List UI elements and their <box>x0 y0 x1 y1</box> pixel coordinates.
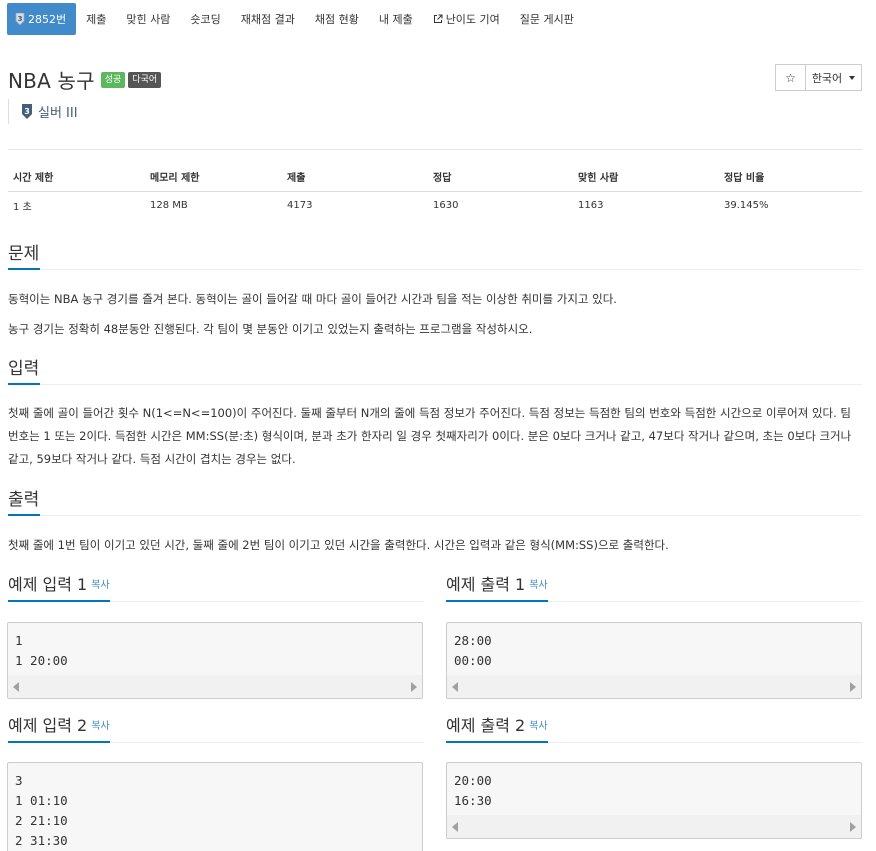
silver-tier-icon: 3 <box>15 13 25 25</box>
sample-line: 2 21:10 <box>15 813 68 828</box>
memory-limit: 128 MB <box>150 199 188 211</box>
sample-output-2[interactable]: 20:00 16:30 <box>446 762 862 839</box>
sample-output-2-heading: 예제 출력 2 복사 <box>446 715 862 743</box>
tab-short-coding[interactable]: 숏코딩 <box>180 3 230 35</box>
table-header: 정답 비율 <box>719 163 862 192</box>
language-select[interactable]: 한국어 <box>806 64 862 91</box>
input-description: 첫째 줄에 골이 들어간 횟수 N(1<=N<=100)이 주어진다. 둘째 줄… <box>8 406 852 466</box>
horizontal-scrollbar[interactable] <box>447 815 861 838</box>
solved-user-count: 1163 <box>578 199 604 211</box>
sample-title: 예제 출력 1 <box>446 575 526 594</box>
sample-title-wrap: 예제 입력 2 복사 <box>8 715 110 743</box>
horizontal-scrollbar[interactable] <box>8 675 422 698</box>
sample-input-2-heading: 예제 입력 2 복사 <box>8 715 424 743</box>
sample-line: 1 <box>15 633 23 648</box>
table-header: 제출 <box>282 163 428 192</box>
tab-rejudge-results[interactable]: 재채점 결과 <box>231 3 305 35</box>
tab-label: 난이도 기여 <box>445 13 500 26</box>
tab-difficulty-contribution[interactable]: 난이도 기여 <box>423 3 510 35</box>
star-icon: ☆ <box>785 70 796 85</box>
problem-actions: ☆ 한국어 <box>775 64 862 91</box>
section-title: 입력 <box>8 358 41 385</box>
sample-title-wrap: 예제 출력 1 복사 <box>446 574 548 602</box>
sample-line: 1 20:00 <box>15 653 68 668</box>
horizontal-scrollbar[interactable] <box>447 675 861 698</box>
external-link-icon <box>433 14 443 23</box>
output-heading: 출력 <box>8 489 862 516</box>
table-header-row: 시간 제한 메모리 제한 제출 정답 맞힌 사람 정답 비율 <box>8 163 862 192</box>
svg-text:3: 3 <box>18 15 23 23</box>
problem-nav: 3 2852번 제출 맞힌 사람 숏코딩 재채점 결과 채점 현황 내 제출 난… <box>7 3 584 35</box>
tab-my-submissions[interactable]: 내 제출 <box>369 3 423 35</box>
multilang-badge: 다국어 <box>128 71 162 88</box>
caret-down-icon <box>849 75 856 80</box>
output-description: 첫째 줄에 1번 팀이 이기고 있던 시간, 둘째 줄에 2번 팀이 이기고 있… <box>8 538 669 552</box>
sample-title: 예제 입력 2 <box>8 716 88 735</box>
scroll-left-icon[interactable] <box>452 681 458 692</box>
description-heading: 문제 <box>8 243 862 270</box>
sample-title-wrap: 예제 출력 2 복사 <box>446 715 548 743</box>
description-paragraph: 농구 경기는 정확히 48분동안 진행된다. 각 팀이 몇 분동안 이기고 있었… <box>8 322 533 336</box>
sample-line: 28:00 <box>454 633 492 648</box>
sample-line: 1 01:10 <box>15 793 68 808</box>
scroll-right-icon[interactable] <box>850 821 856 832</box>
table-header: 시간 제한 <box>8 163 145 192</box>
sample-line: 00:00 <box>454 653 492 668</box>
sample-output-1-heading: 예제 출력 1 복사 <box>446 574 862 602</box>
scroll-left-icon[interactable] <box>452 821 458 832</box>
sample-title: 예제 출력 2 <box>446 716 526 735</box>
sample-line: 20:00 <box>454 773 492 788</box>
sample-title: 예제 입력 1 <box>8 575 88 594</box>
section-title: 출력 <box>8 489 41 516</box>
scroll-right-icon[interactable] <box>411 681 417 692</box>
sample-line: 16:30 <box>454 793 492 808</box>
time-limit: 1 초 <box>13 201 32 213</box>
sample-input-1-heading: 예제 입력 1 복사 <box>8 574 424 602</box>
table-header: 맞힌 사람 <box>573 163 719 192</box>
copy-button[interactable]: 복사 <box>91 580 109 591</box>
tab-question-board[interactable]: 질문 게시판 <box>510 3 584 35</box>
tab-label: 2852번 <box>28 13 67 26</box>
description-paragraph: 동혁이는 NBA 농구 경기를 즐겨 본다. 동혁이는 골이 들어갈 때 마다 … <box>8 292 617 306</box>
table-header: 정답 <box>428 163 573 192</box>
sample-line: 3 <box>15 773 23 788</box>
problem-title-row: NBA 농구 성공 다국어 <box>8 65 162 94</box>
submission-count: 4173 <box>287 199 313 211</box>
section-title: 문제 <box>8 243 41 270</box>
divider <box>8 149 862 150</box>
tab-problem[interactable]: 3 2852번 <box>7 3 77 35</box>
sample-output-1[interactable]: 28:00 00:00 <box>446 622 862 699</box>
sample-input-2[interactable]: 3 1 01:10 2 21:10 2 31:30 <box>7 762 423 851</box>
tier-label: 실버 III <box>38 106 78 121</box>
accepted-count: 1630 <box>433 199 459 211</box>
sample-input-1[interactable]: 1 1 20:00 <box>7 622 423 699</box>
language-label: 한국어 <box>811 71 843 85</box>
scroll-left-icon[interactable] <box>13 681 19 692</box>
problem-title: NBA 농구 <box>8 69 95 93</box>
favorite-button[interactable]: ☆ <box>775 64 806 91</box>
tab-submit[interactable]: 제출 <box>76 3 116 35</box>
tab-judge-status[interactable]: 채점 현황 <box>305 3 369 35</box>
scroll-right-icon[interactable] <box>850 681 856 692</box>
input-heading: 입력 <box>8 358 862 385</box>
table-header: 메모리 제한 <box>145 163 282 192</box>
silver-tier-icon: 3 <box>22 104 32 119</box>
problem-info-table: 시간 제한 메모리 제한 제출 정답 맞힌 사람 정답 비율 1 초 128 M… <box>8 163 862 219</box>
svg-text:3: 3 <box>24 107 30 116</box>
sample-line: 2 31:30 <box>15 833 68 848</box>
copy-button[interactable]: 복사 <box>529 721 547 732</box>
copy-button[interactable]: 복사 <box>529 580 547 591</box>
table-row: 1 초 128 MB 4173 1630 1163 39.145% <box>8 191 862 219</box>
sample-title-wrap: 예제 입력 1 복사 <box>8 574 110 602</box>
problem-tier: 3 실버 III <box>8 99 78 124</box>
accepted-ratio: 39.145% <box>724 199 769 211</box>
copy-button[interactable]: 복사 <box>91 721 109 732</box>
tab-solved-users[interactable]: 맞힌 사람 <box>116 3 180 35</box>
success-badge: 성공 <box>100 71 126 88</box>
